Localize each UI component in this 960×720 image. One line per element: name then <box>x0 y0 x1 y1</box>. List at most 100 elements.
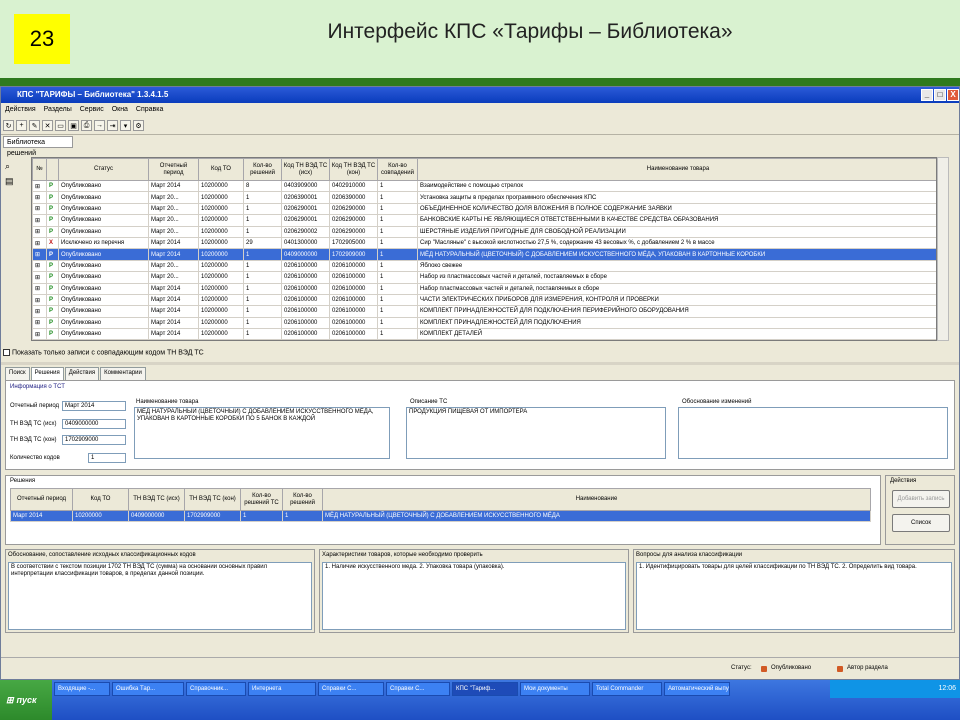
refresh-icon[interactable]: ↻ <box>3 120 14 131</box>
taskbar-item[interactable]: КПС "Тариф... <box>452 682 518 696</box>
taskbar-item[interactable]: Мои документы <box>520 682 590 696</box>
taskbar-item[interactable]: Входящие -... <box>54 682 110 696</box>
decisions-row[interactable]: Март 2014 10200000 0409000000 1702909000 1 1 М… <box>10 509 871 523</box>
export-icon[interactable]: ⇥ <box>107 120 118 131</box>
decisions-header-1[interactable]: Код ТО <box>72 488 129 511</box>
decisions-header-5[interactable]: Кол-во решений <box>282 488 323 511</box>
taskbar-item[interactable]: Справки С... <box>386 682 450 696</box>
count-field[interactable]: 1 <box>88 453 126 463</box>
expand-icon: ⊞ <box>32 202 47 216</box>
add-icon[interactable]: + <box>16 120 27 131</box>
table-row[interactable]: ⊞ P Опубликовано Март 2014 10200000 1 02061000… <box>32 293 936 307</box>
list-button[interactable]: Список <box>892 514 950 532</box>
close-button[interactable]: X <box>947 89 959 101</box>
taskbar-item[interactable]: Справочник... <box>186 682 246 696</box>
filter-icon[interactable]: ▤ <box>5 176 25 187</box>
print-icon[interactable]: ⎙ <box>81 120 92 131</box>
menu-help[interactable]: Справка <box>136 106 163 113</box>
grid-cell: 1 <box>377 305 418 318</box>
grid-header-5[interactable]: Кол-во решений <box>243 158 282 181</box>
code-field[interactable]: 0409000000 <box>62 419 126 429</box>
table-row[interactable]: ⊞ P Опубликовано Март 20... 10200000 1 0206290… <box>32 225 936 238</box>
decisions-cell: 1 <box>282 509 323 523</box>
code2-field[interactable]: 1702909000 <box>62 435 126 445</box>
grid-header-9[interactable]: Наименование товара <box>417 158 936 181</box>
decisions-header-2[interactable]: ТН ВЭД ТС (исх) <box>128 488 185 511</box>
table-row[interactable]: ⊞ P Опубликовано Март 2014 10200000 8 04039090… <box>32 179 936 193</box>
table-row[interactable] <box>32 339 936 340</box>
taskbar-item[interactable]: Интернета <box>248 682 316 696</box>
tab-actions[interactable]: Действия <box>64 367 100 380</box>
justification-textbox[interactable]: В соответствии с текстом позиции 1702 ТН… <box>8 562 312 630</box>
table-row[interactable]: ⊞ P Опубликовано Март 2014 10200000 1 02061000… <box>32 282 936 295</box>
tab-decisions[interactable]: Решения <box>30 367 64 380</box>
grid-cell: Опубликовано <box>58 328 149 340</box>
taskbar-item[interactable]: Total Commander <box>592 682 662 696</box>
decisions-header-4[interactable]: Кол-во решений ТС <box>240 488 283 511</box>
comment-textbox[interactable] <box>678 407 948 459</box>
grid-cell: ОБЪЕДИНЕННОЕ КОЛИЧЕСТВО ДОЛЯ ВЛОЖЕНИЯ В … <box>417 202 936 216</box>
grid-header-7[interactable]: Код ТН ВЭД ТС (кон) <box>329 158 378 181</box>
filter-icon[interactable]: ▾ <box>120 120 131 131</box>
grid-header-4[interactable]: Код ТО <box>198 158 244 181</box>
name-textbox[interactable]: МЁД НАТУРАЛЬНЫЙ (ЦВЕТОЧНЫЙ) С ДОБАВЛЕНИЕ… <box>134 407 390 459</box>
grid-header-8[interactable]: Кол-во совпадений <box>377 158 418 181</box>
period-field[interactable]: Март 2014 <box>62 401 126 411</box>
search-icon[interactable]: ⌕ <box>5 161 25 172</box>
grid-scrollbar[interactable] <box>937 157 949 341</box>
minimize-button[interactable]: _ <box>921 89 933 101</box>
grid-cell: 0206290001 <box>281 214 330 227</box>
table-row[interactable]: ⊞ P Опубликовано Март 20... 10200000 1 0206290… <box>32 202 936 216</box>
delete-icon[interactable]: ✕ <box>42 120 53 131</box>
grid-header-0[interactable]: № <box>32 158 47 181</box>
edit-icon[interactable]: ✎ <box>29 120 40 131</box>
document-tab[interactable]: Библиотека решений <box>3 136 73 157</box>
menu-service[interactable]: Сервис <box>80 106 104 113</box>
taskbar-item[interactable]: Справки С... <box>318 682 384 696</box>
grid-cell: 10200000 <box>198 236 244 250</box>
questions-textbox[interactable]: 1. Идентифицировать товары для целей кла… <box>636 562 952 630</box>
decisions-header-6[interactable]: Наименование <box>322 488 871 511</box>
taskbar-item[interactable]: Автоматический выпуск <box>664 682 730 696</box>
menu-sections[interactable]: Разделы <box>44 106 72 113</box>
checkbox-box[interactable] <box>3 349 10 356</box>
grid-header-6[interactable]: Код ТН ВЭД ТС (исх) <box>281 158 330 181</box>
add-record-button[interactable]: Добавить запись <box>892 490 950 508</box>
description-textbox[interactable]: ПРОДУКЦИЯ ПИЩЕВАЯ ОТ ИМПОРТЕРА <box>406 407 666 459</box>
tab-comments[interactable]: Комментарии <box>100 367 146 380</box>
menu-actions[interactable]: Действия <box>5 106 36 113</box>
grid-header-3[interactable]: Отчетный период <box>148 158 199 181</box>
grid-header-1[interactable] <box>46 158 59 181</box>
table-row[interactable]: ⊞ P Опубликовано Март 20... 10200000 1 0206100… <box>32 271 936 284</box>
grid-cell: Опубликовано <box>58 248 149 261</box>
tab-search[interactable]: Поиск <box>5 367 30 380</box>
table-row[interactable]: ⊞ P Опубликовано Март 2014 10200000 1 02061000… <box>32 305 936 318</box>
grid-cell: 10200000 <box>198 271 244 284</box>
grid-cell: 10200000 <box>198 191 244 204</box>
table-row[interactable]: ⊞ P Опубликовано Март 2014 10200000 1 04090000… <box>32 248 936 261</box>
decisions-header-0[interactable]: Отчетный период <box>10 488 73 511</box>
taskbar-item[interactable]: Ошибка Тар... <box>112 682 184 696</box>
status-flag: P <box>46 225 59 238</box>
characteristics-textbox[interactable]: 1. Наличие искусственного меда. 2. Упако… <box>322 562 626 630</box>
splitter[interactable] <box>1 362 959 365</box>
start-button[interactable]: ⊞ пуск <box>0 680 52 720</box>
arrow-right-icon[interactable]: → <box>94 120 105 131</box>
menu-windows[interactable]: Окна <box>112 106 128 113</box>
maximize-button[interactable]: □ <box>934 89 946 101</box>
grid-cell: Март 20... <box>148 202 199 216</box>
table-row[interactable]: ⊞ P Опубликовано Март 20... 10200000 1 0206290… <box>32 214 936 227</box>
grid-header-2[interactable]: Статус <box>58 158 149 181</box>
settings-icon[interactable]: ⚙ <box>133 120 144 131</box>
decisions-header-3[interactable]: ТН ВЭД ТС (кон) <box>184 488 241 511</box>
table-row[interactable]: ⊞ P Опубликовано Март 2014 10200000 1 02061000… <box>32 316 936 330</box>
open-folder-icon[interactable]: ▭ <box>55 120 66 131</box>
table-row[interactable]: ⊞ P Опубликовано Март 2014 10200000 1 02061000… <box>32 328 936 340</box>
table-row[interactable]: ⊞ P Опубликовано Март 20... 10200000 1 0206100… <box>32 259 936 273</box>
table-row[interactable]: ⊞ P Опубликовано Март 20... 10200000 1 0206390… <box>32 191 936 204</box>
grid-cell: 1 <box>377 248 418 261</box>
grid-cell: Март 20... <box>148 259 199 273</box>
match-filter-checkbox[interactable]: Показать только записи с совпадающим код… <box>3 349 204 356</box>
save-icon[interactable]: ▣ <box>68 120 79 131</box>
table-row[interactable]: ⊞ X Исключено из перечня Март 2014 10200000 2… <box>32 236 936 250</box>
